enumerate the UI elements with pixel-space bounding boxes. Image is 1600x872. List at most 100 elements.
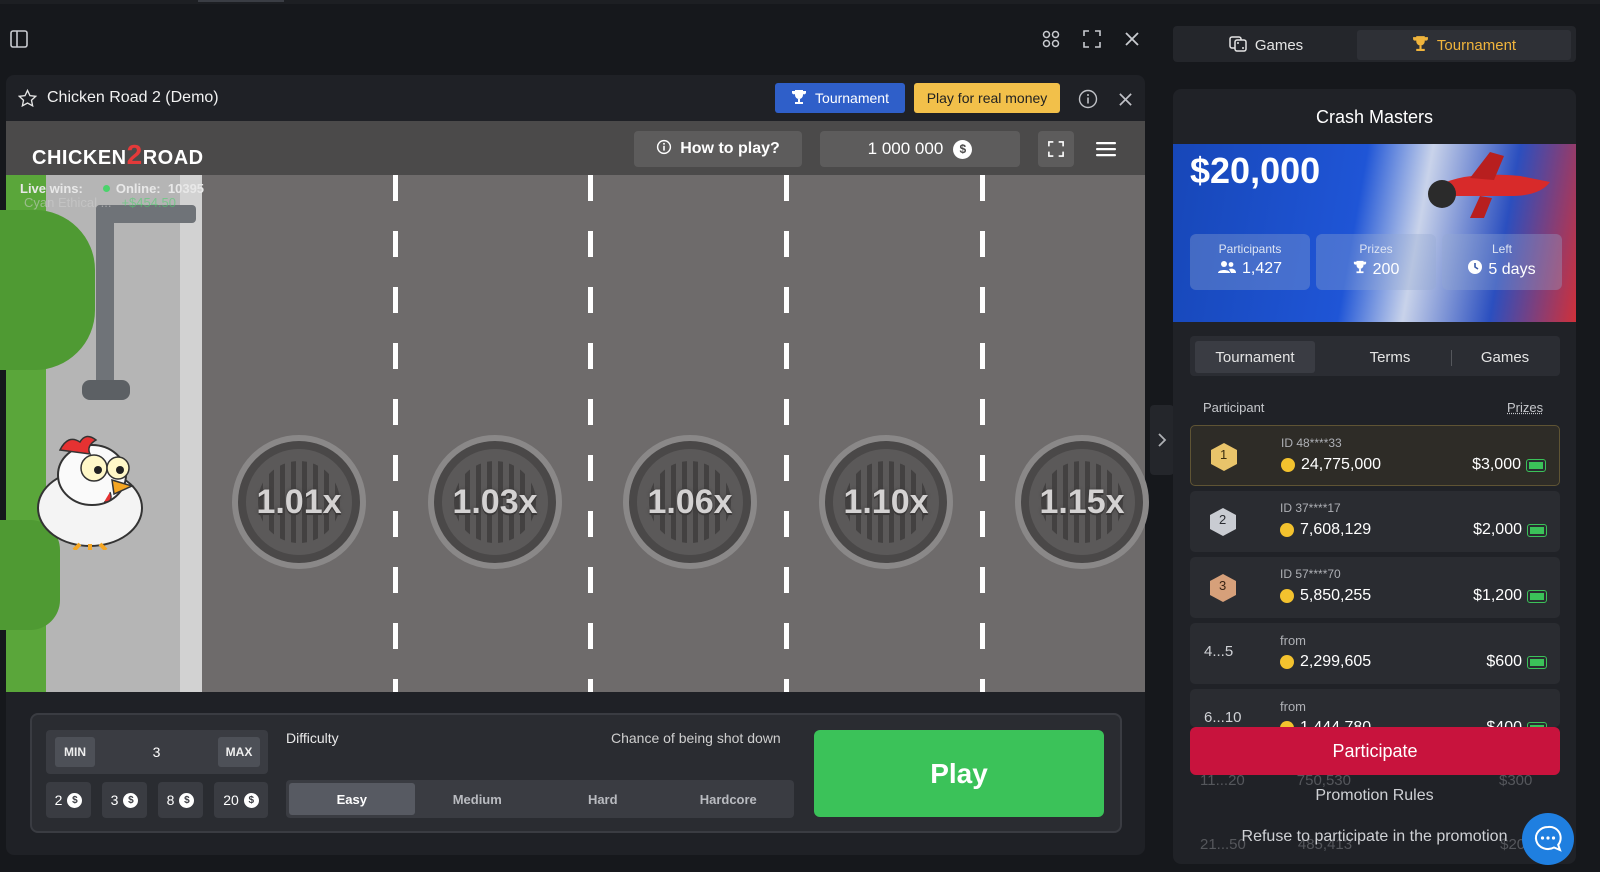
quick-bet-label: 2 (54, 792, 63, 808)
collapse-sidebar-button[interactable] (1150, 405, 1174, 475)
trophy-icon (1353, 260, 1367, 279)
prizes-column-header[interactable]: Prizes (1507, 400, 1543, 415)
tab-games[interactable]: Games (1178, 30, 1354, 60)
prize-pool: $20,000 (1190, 150, 1321, 191)
gold-coin-icon (1281, 458, 1295, 472)
grid-icon[interactable] (1041, 29, 1061, 49)
quick-bet-button[interactable]: 3 $ (102, 782, 147, 818)
tab-tournament[interactable]: Tournament (1357, 30, 1571, 60)
play-real-money-button[interactable]: Play for real money (914, 83, 1060, 113)
max-bet-button[interactable]: MAX (218, 737, 260, 767)
multiplier-label: 1.10x (843, 482, 929, 521)
cash-icon (1527, 655, 1547, 669)
chat-bubble-icon (1534, 825, 1562, 852)
lane-divider (588, 175, 593, 692)
multiplier-manhole[interactable]: 1.03x (428, 435, 562, 569)
active-tab-indicator (198, 0, 284, 2)
live-win-entry: Cyan Ethical ... +$454.50 (24, 195, 176, 210)
how-to-play-button[interactable]: How to play? (634, 131, 802, 167)
participant-prize: $2,000 (1473, 521, 1522, 538)
quick-bet-label: 8 (166, 792, 175, 808)
tournament-button[interactable]: Tournament (775, 83, 905, 113)
lane-divider (980, 175, 985, 692)
sidebar-toggle-icon[interactable] (9, 29, 29, 49)
participant-points: 7,608,129 (1300, 521, 1372, 538)
subtab-divider (1451, 350, 1452, 366)
chat-support-button[interactable] (1522, 813, 1574, 865)
difficulty-hardcore[interactable]: Hardcore (666, 783, 792, 815)
live-wins-bar: Live wins: Online: 10395 (20, 181, 204, 196)
multiplier-manhole[interactable]: 1.10x (819, 435, 953, 569)
dollar-coin-icon: $ (67, 792, 83, 808)
participant-prize: $3,000 (1472, 456, 1521, 473)
difficulty-medium[interactable]: Medium (415, 783, 541, 815)
tournament-title: Crash Masters (1315, 107, 1434, 127)
difficulty-hard[interactable]: Hard (540, 783, 666, 815)
play-button[interactable]: Play (814, 730, 1104, 817)
participant-points: 2,299,605 (1300, 653, 1372, 670)
multiplier-label: 1.03x (452, 482, 538, 521)
airplane-illustration (1428, 152, 1550, 218)
game-fullscreen-button[interactable] (1038, 131, 1074, 167)
quick-bet-button[interactable]: 20 $ (214, 782, 268, 818)
live-win-amount: +$454.50 (121, 195, 177, 210)
dollar-coin-icon: $ (179, 792, 195, 808)
cash-icon (1527, 523, 1547, 537)
chicken-character (37, 435, 143, 550)
quick-bet-label: 3 (110, 792, 119, 808)
cash-icon (1527, 589, 1547, 603)
online-count: 10395 (167, 181, 205, 196)
multiplier-label: 1.06x (647, 482, 733, 521)
subtab-tournament[interactable]: Tournament (1195, 341, 1315, 373)
balance-display: 1 000 000 $ (820, 131, 1020, 167)
quick-bet-button[interactable]: 2 $ (46, 782, 91, 818)
curb (180, 175, 202, 692)
favorite-star-icon[interactable] (17, 88, 37, 108)
close-game-icon[interactable] (1115, 89, 1135, 109)
prizes-stat: Prizes 200 (1316, 234, 1436, 290)
subtab-terms[interactable]: Terms (1330, 341, 1450, 373)
clock-icon (1468, 260, 1483, 279)
min-bet-button[interactable]: MIN (55, 737, 95, 767)
expand-icon (1048, 141, 1064, 157)
participant-prize: $400 (1486, 719, 1522, 727)
chevron-right-icon (1158, 433, 1167, 447)
street-lamp-base (82, 380, 130, 400)
participant-prize: $600 (1486, 653, 1522, 670)
refuse-participation-link[interactable]: Refuse to participate in the promotion (1173, 828, 1576, 846)
rank-range: 6...10 (1204, 709, 1242, 726)
game-menu-button[interactable] (1090, 131, 1122, 167)
tab-tournament-label: Tournament (1436, 36, 1517, 54)
participants-value: 1,427 (1241, 260, 1283, 277)
fullscreen-icon[interactable] (1082, 29, 1102, 49)
bet-amount-value[interactable]: 3 (95, 737, 218, 767)
dollar-coin-icon: $ (123, 792, 139, 808)
games-icon (1229, 34, 1247, 56)
participate-button[interactable]: Participate (1190, 727, 1560, 775)
logo-number: 2 (126, 139, 143, 170)
quick-bet-button[interactable]: 8 $ (158, 782, 203, 818)
info-icon[interactable] (1077, 88, 1099, 110)
leaderboard-row: 6...10 from 1,444,780 $400 (1190, 689, 1560, 727)
multiplier-manhole[interactable]: 1.06x (623, 435, 757, 569)
tab-games-label: Games (1254, 36, 1304, 54)
leaderboard-row: 2 ID 37****17 7,608,129 $2,000 (1190, 491, 1560, 552)
multiplier-label: 1.01x (256, 482, 342, 521)
promotion-rules-link[interactable]: Promotion Rules (1173, 787, 1576, 805)
trophy-icon (791, 89, 807, 108)
difficulty-easy[interactable]: Easy (289, 783, 415, 815)
multiplier-manhole[interactable]: 1.01x (232, 435, 366, 569)
rank-number: 1 (1220, 447, 1228, 462)
lane-divider (784, 175, 789, 692)
lane-divider (393, 175, 398, 692)
leaderboard-row: 1 ID 48****33 24,775,000 $3,000 (1190, 425, 1560, 486)
rank-number: 2 (1219, 512, 1227, 527)
balance-value: 1 000 000 (867, 139, 944, 158)
top-strip (0, 0, 1600, 4)
hamburger-icon (1096, 142, 1116, 157)
close-window-icon[interactable] (1122, 29, 1142, 49)
participant-prize: $1,200 (1473, 587, 1522, 604)
subtab-games[interactable]: Games (1453, 341, 1557, 373)
multiplier-manhole[interactable]: 1.15x (1015, 435, 1149, 569)
participant-id: ID 37****17 (1280, 501, 1341, 515)
